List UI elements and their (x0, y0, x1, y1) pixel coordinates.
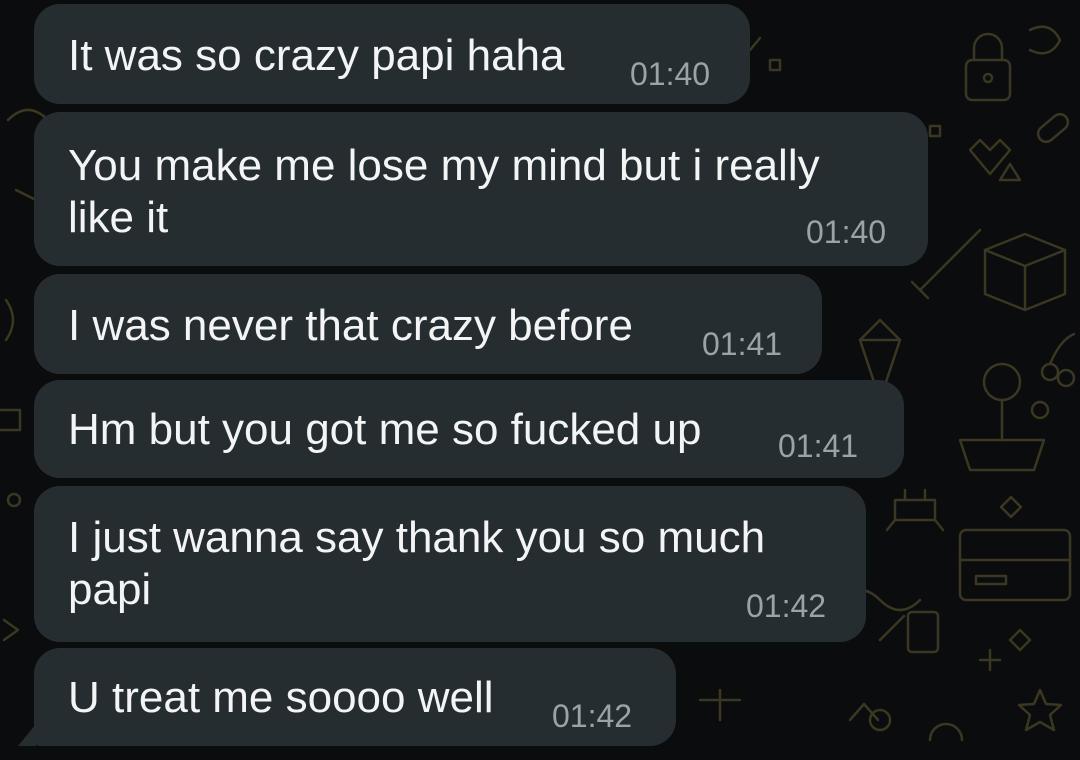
message-time: 01:42 (746, 588, 827, 624)
message-time: 01:40 (630, 56, 711, 92)
message-bubble[interactable]: Hm but you got me so fucked up 01:41 (34, 380, 904, 478)
message-text: I just wanna say thank you so much papi (68, 513, 766, 614)
message-time: 01:40 (806, 214, 887, 250)
message-bubble[interactable]: I was never that crazy before 01:41 (34, 274, 822, 374)
message-bubble[interactable]: I just wanna say thank you so much papi … (34, 486, 866, 642)
message-time: 01:42 (552, 698, 633, 734)
message-bubble[interactable]: You make me lose my mind but i really li… (34, 112, 928, 266)
message-text: It was so crazy papi haha (68, 31, 565, 80)
message-bubble[interactable]: It was so crazy papi haha 01:40 (34, 4, 750, 104)
message-bubble[interactable]: U treat me soooo well 01:42 (34, 648, 676, 746)
message-text: I was never that crazy before (68, 301, 633, 350)
message-time: 01:41 (778, 428, 859, 464)
message-text: You make me lose my mind but i really li… (68, 141, 820, 242)
message-list[interactable]: It was so crazy papi haha 01:40 You make… (0, 0, 1080, 760)
message-text: U treat me soooo well (68, 673, 494, 722)
message-time: 01:41 (702, 326, 783, 362)
message-text: Hm but you got me so fucked up (68, 405, 702, 454)
